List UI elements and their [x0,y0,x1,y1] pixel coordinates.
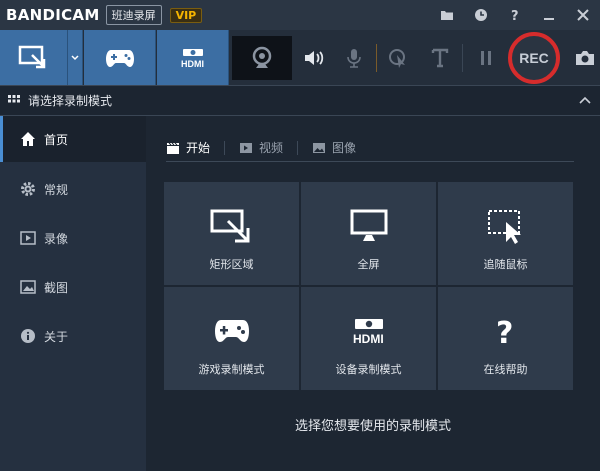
title-bar: BANDICAM 班迪录屏 VIP ? [0,0,600,30]
close-button[interactable] [566,0,600,30]
sidebar-item-label: 截图 [44,280,69,295]
question-icon: ? [483,311,529,351]
tile-label: 全屏 [357,258,380,271]
sidebar-item-label: 首页 [44,132,69,147]
question-icon: ? [511,9,519,22]
play-icon [239,142,253,154]
pause-button[interactable] [468,40,504,76]
svg-text:HDMI: HDMI [181,59,204,69]
cursor-icon [389,49,405,68]
tab-image[interactable]: 图像 [312,141,370,155]
sidebar: 首页 常规 录像 截图 关于 [0,116,146,471]
folder-button[interactable] [430,0,464,30]
sidebar-item-label: 关于 [44,329,69,344]
picture-icon [312,142,326,154]
tab-bar: 开始 视频 图像 [166,134,574,162]
toolbar-separator [462,44,463,72]
gamepad-icon [105,49,134,67]
camera-icon [576,51,594,65]
minimize-button[interactable] [532,0,566,30]
rectangle-area-icon [18,45,45,68]
hdmi-icon: HDMI [346,311,392,351]
speaker-icon [305,51,324,65]
sidebar-item-label: 录像 [44,231,69,246]
close-icon [577,9,589,21]
sidebar-item-home[interactable]: 首页 [0,116,146,162]
tab-label: 开始 [186,141,211,155]
tile-device-mode[interactable]: HDMI 设备录制模式 [301,287,436,390]
video-icon [20,230,36,246]
record-button[interactable]: REC [508,32,560,84]
tab-start[interactable]: 开始 [166,140,226,155]
mode-dropdown-button[interactable] [68,30,83,85]
svg-text:?: ? [496,316,513,347]
webcam-button[interactable] [232,36,292,80]
folder-icon [441,11,453,20]
tab-label: 图像 [332,141,357,155]
grid-icon [8,94,20,102]
schedule-button[interactable] [464,0,498,30]
monitor-icon [346,206,392,246]
app-brand-cn: 班迪录屏 [105,5,162,25]
microphone-button[interactable] [336,40,372,76]
tab-video[interactable]: 视频 [239,140,299,155]
help-button[interactable]: ? [498,0,532,30]
sidebar-item-label: 常规 [44,182,69,197]
screenshot-button[interactable] [570,40,600,76]
sidebar-item-video[interactable]: 录像 [0,215,146,261]
tile-game-mode[interactable]: 游戏录制模式 [164,287,299,390]
speaker-button[interactable] [296,40,332,76]
sidebar-item-general[interactable]: 常规 [0,166,146,212]
follow-mouse-icon [483,206,529,246]
chevron-down-icon [71,54,79,60]
tile-label: 设备录制模式 [335,363,402,376]
clock-icon [475,9,487,21]
tile-follow-mouse[interactable]: 追随鼠标 [438,182,573,285]
webcam-icon [252,46,272,68]
game-mode-button[interactable] [84,30,156,85]
tile-label: 矩形区域 [209,258,254,271]
microphone-icon [347,49,361,68]
tab-label: 视频 [259,141,284,155]
main-panel: 开始 视频 图像 矩形区域 全屏 追随鼠标 游戏录制模式 HDMI 设备录制模式… [146,116,600,471]
toolbar-separator [376,44,377,72]
gear-icon [20,181,36,197]
text-icon [431,48,449,68]
tile-fullscreen[interactable]: 全屏 [301,182,436,285]
mode-hint: 选择您想要使用的录制模式 [294,419,451,434]
vip-badge[interactable]: VIP [169,7,203,23]
rectangle-mode-button[interactable] [0,30,68,85]
section-title: 请选择录制模式 [28,94,113,108]
section-header: 请选择录制模式 [0,85,600,116]
app-brand: BANDICAM [6,6,100,24]
toolbar: HDMI REC [0,30,600,85]
rectangle-area-icon [209,206,255,246]
cursor-effect-button[interactable] [380,40,416,76]
minimize-icon [544,18,554,20]
pause-icon [481,51,491,65]
svg-text:?: ? [511,9,519,22]
text-overlay-button[interactable] [422,40,458,76]
chevron-up-icon[interactable] [578,94,592,108]
device-mode-button[interactable]: HDMI [157,30,229,85]
tile-rectangle-area[interactable]: 矩形区域 [164,182,299,285]
gamepad-icon [209,311,255,351]
image-icon [20,279,36,295]
home-icon [20,131,36,147]
tile-label: 在线帮助 [483,363,528,376]
tile-label: 追随鼠标 [483,258,528,271]
svg-text:HDMI: HDMI [353,332,384,345]
hdmi-icon: HDMI [181,48,204,69]
clapper-icon [166,142,180,154]
sidebar-item-screenshot[interactable]: 截图 [0,264,146,310]
sidebar-item-about[interactable]: 关于 [0,313,146,359]
tile-online-help[interactable]: ? 在线帮助 [438,287,573,390]
tile-label: 游戏录制模式 [198,363,265,376]
info-icon [20,328,36,344]
